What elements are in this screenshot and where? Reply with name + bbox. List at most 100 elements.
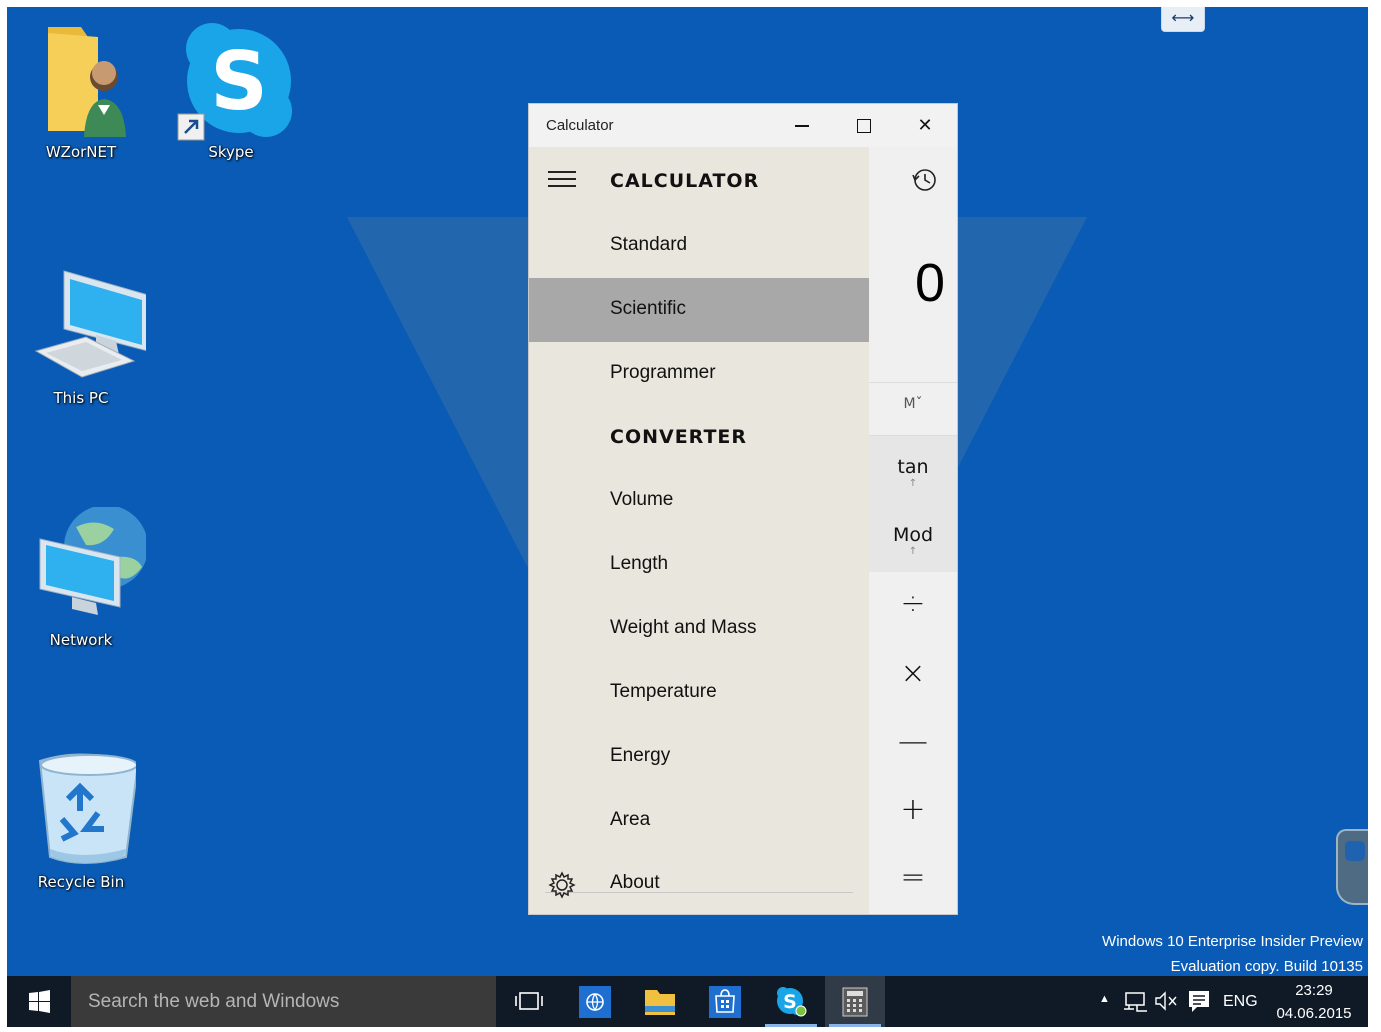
minimize-button[interactable] [772, 104, 832, 147]
nav-item-label: About [610, 872, 660, 893]
edge-browser-button[interactable] [565, 976, 625, 1027]
input-language-button[interactable]: ENG [1221, 976, 1261, 1027]
skype-icon: S [777, 987, 807, 1017]
network-globe-icon [26, 505, 148, 627]
nav-item-label: Volume [610, 489, 674, 510]
tan-button[interactable]: tan ↑ [869, 456, 957, 489]
minimize-icon [795, 125, 809, 127]
nav-item-label: Scientific [610, 298, 687, 319]
memory-button[interactable]: Mˇ [869, 396, 957, 412]
navigation-pane: CALCULATOR Standard Scientific Programme… [529, 147, 869, 914]
desktop-icon-wzornet[interactable]: WZorNET [16, 19, 146, 161]
volume-muted-icon [1155, 991, 1177, 1011]
subtract-button[interactable]: — [869, 724, 957, 759]
tan-label: tan [897, 456, 929, 478]
watermark-line-2: Evaluation copy. Build 10135 [1170, 958, 1363, 975]
calculator-taskbar-button[interactable] [825, 976, 885, 1027]
display-separator [869, 382, 957, 383]
maximize-icon [857, 119, 871, 133]
mod-label: Mod [892, 524, 934, 546]
close-button[interactable]: ✕ [895, 104, 955, 147]
window-title: Calculator [546, 117, 614, 134]
desktop-icon-label: WZorNET [45, 143, 117, 161]
nav-item-label: Energy [610, 745, 671, 766]
network-icon [1124, 992, 1147, 1012]
nav-item-label: Length [610, 553, 669, 574]
language-label: ENG [1223, 993, 1258, 1010]
user-folder-icon [26, 19, 136, 139]
search-placeholder: Search the web and Windows [88, 991, 340, 1012]
gear-icon [548, 871, 576, 899]
clock-time: 23:29 [1295, 982, 1333, 999]
desktop-icon-label: Skype [208, 143, 254, 161]
nav-item-label: Weight and Mass [610, 617, 757, 638]
desktop-icon-this-pc[interactable]: This PC [16, 265, 149, 407]
nav-item-scientific[interactable]: Scientific [529, 278, 869, 342]
divide-button[interactable]: ÷ [869, 586, 957, 621]
watermark-line-1: Windows 10 Enterprise Insider Preview [1102, 933, 1363, 950]
desktop-icon-recycle-bin[interactable]: Recycle Bin [16, 749, 146, 891]
file-explorer-button[interactable] [629, 976, 689, 1027]
shift-arrow-icon: ↑ [908, 478, 918, 489]
add-button[interactable]: + [869, 792, 957, 827]
maximize-button[interactable] [834, 104, 894, 147]
windows-logo-icon [29, 990, 50, 1013]
store-icon [709, 986, 741, 1018]
desktop-icon-label: Network [49, 631, 113, 649]
nav-item-temperature[interactable]: Temperature [529, 661, 869, 725]
remote-resize-handle[interactable]: ⟷ [1161, 7, 1205, 32]
start-button[interactable] [7, 976, 71, 1027]
mod-button[interactable]: Mod ↑ [869, 524, 957, 557]
edge-icon [579, 986, 611, 1018]
computer-icon [26, 265, 149, 385]
hamburger-menu-icon[interactable] [548, 171, 576, 192]
search-box[interactable]: Search the web and Windows [71, 976, 496, 1027]
equals-button[interactable]: = [869, 860, 957, 895]
calculator-display: 0 [914, 253, 945, 313]
nav-item-area[interactable]: Area [529, 789, 869, 853]
history-icon [912, 169, 936, 191]
calculator-section-header: CALCULATOR [610, 170, 760, 192]
desktop-icon-label: This PC [53, 389, 109, 407]
taskbar: Search the web and Windows S ▲ ENG 23:29… [7, 976, 1368, 1027]
action-center-button[interactable] [1185, 976, 1213, 1027]
taskbar-clock[interactable]: 23:29 04.06.2015 [1271, 979, 1357, 1025]
svg-text:S: S [210, 35, 268, 128]
desktop-icon-skype[interactable]: S Skype [166, 19, 296, 161]
nav-item-weight-and-mass[interactable]: Weight and Mass [529, 597, 869, 661]
nav-item-volume[interactable]: Volume [529, 469, 869, 533]
shift-arrow-icon: ↑ [908, 546, 918, 557]
converter-section-header: CONVERTER [610, 426, 748, 448]
store-button[interactable] [695, 976, 755, 1027]
volume-button[interactable] [1153, 976, 1179, 1027]
show-hidden-icons-button[interactable]: ▲ [1095, 976, 1115, 1027]
skype-taskbar-button[interactable]: S [761, 976, 821, 1027]
notification-icon [1189, 991, 1209, 1012]
recycle-bin-icon [26, 749, 140, 869]
nav-item-label: Area [610, 809, 651, 830]
multiply-button[interactable]: × [869, 656, 957, 691]
nav-item-programmer[interactable]: Programmer [529, 342, 869, 406]
nav-item-label: Temperature [610, 681, 717, 702]
windows-evaluation-watermark: Windows 10 Enterprise Insider Preview Ev… [1102, 929, 1363, 976]
nav-item-label: Programmer [610, 362, 716, 383]
nav-item-label: Standard [610, 234, 688, 255]
calculator-window: Calculator ✕ 0 Mˇ tan ↑ Mod ↑ ÷ × — + = … [529, 104, 957, 914]
task-view-icon [515, 992, 543, 1010]
desktop-icon-label: Recycle Bin [37, 873, 125, 891]
nav-item-length[interactable]: Length [529, 533, 869, 597]
teamviewer-panel-tab[interactable] [1336, 829, 1368, 905]
nav-item-standard[interactable]: Standard [529, 214, 869, 278]
double-arrow-icon: ⟷ [1171, 8, 1195, 27]
history-button[interactable] [869, 147, 957, 213]
skype-icon: S [176, 19, 292, 141]
calculator-titlebar[interactable]: Calculator ✕ [529, 104, 957, 147]
task-view-button[interactable] [499, 976, 559, 1027]
file-explorer-icon [645, 990, 675, 1015]
desktop-icon-network[interactable]: Network [16, 505, 148, 649]
nav-item-about[interactable]: About [529, 852, 869, 914]
network-status-button[interactable] [1121, 976, 1151, 1027]
nav-item-energy[interactable]: Energy [529, 725, 869, 789]
svg-text:S: S [783, 991, 797, 1013]
chevron-up-icon: ▲ [1099, 993, 1110, 1005]
